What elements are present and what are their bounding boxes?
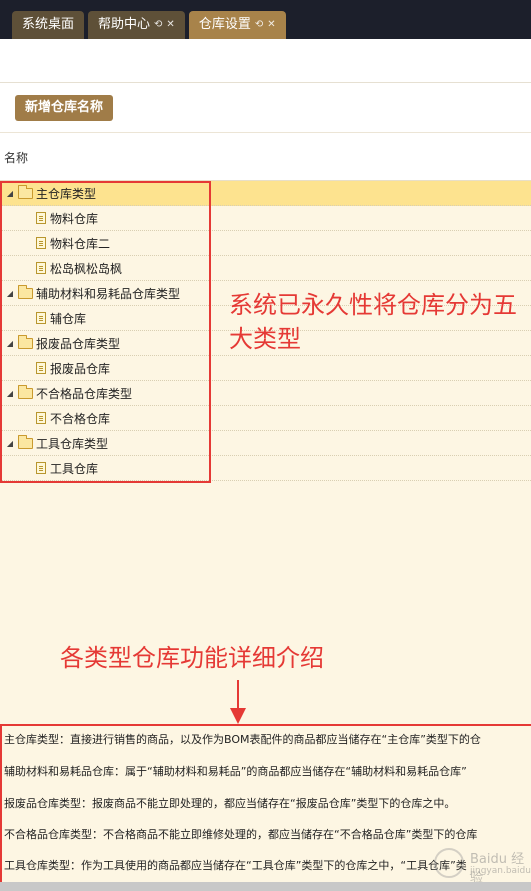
document-icon: [36, 312, 46, 324]
add-warehouse-button[interactable]: 新增仓库名称: [15, 95, 114, 121]
tab-help-center-label: 帮助中心: [98, 17, 151, 32]
tree-node-leaf[interactable]: 松岛枫松岛枫: [0, 256, 531, 281]
description-main-warehouse: 主仓库类型：直接进行销售的商品，以及作为BOM表配件的商品都应当储存在“主仓库”…: [4, 733, 481, 746]
tree-node-group[interactable]: ◢ 主仓库类型: [0, 181, 531, 206]
folder-open-icon: [18, 434, 33, 449]
tree-node-label: 物料仓库: [50, 211, 99, 226]
table-header: 名称: [0, 133, 531, 181]
tree-node-label: 松岛枫松岛枫: [50, 261, 123, 276]
folder-open-icon: [18, 384, 33, 399]
annotation-types-note: 系统已永久性将仓库分为五大类型: [229, 291, 517, 353]
tree-node-group[interactable]: ◢ 工具仓库类型: [0, 431, 531, 456]
document-icon: [36, 412, 46, 424]
tree-node-leaf[interactable]: 工具仓库: [0, 456, 531, 481]
tree-node-label: 辅助材料和易耗品仓库类型: [36, 286, 181, 301]
tab-warehouse-settings-label: 仓库设置: [198, 17, 251, 32]
column-header-name: 名称: [4, 151, 29, 165]
folder-open-icon: [18, 184, 33, 199]
expand-arrow-icon[interactable]: ◢: [4, 289, 16, 298]
folder-open-icon: [18, 334, 33, 349]
tree-node-label: 报废品仓库: [50, 361, 111, 376]
refresh-icon[interactable]: ⟲: [255, 11, 263, 39]
description-auxiliary-warehouse: 辅助材料和易耗品仓库：属于“辅助材料和易耗品”的商品都应当储存在“辅助材料和易耗…: [4, 765, 467, 778]
expand-arrow-icon[interactable]: ◢: [4, 339, 16, 348]
tree-node-leaf[interactable]: 报废品仓库: [0, 356, 531, 381]
description-scrap-warehouse: 报废品仓库类型：报废商品不能立即处理的，都应当储存在“报废品仓库”类型下的仓库之…: [4, 797, 456, 810]
folder-open-icon: [18, 284, 33, 299]
tree-node-label: 物料仓库二: [50, 236, 111, 251]
tree-node-label: 报废品仓库类型: [36, 336, 121, 351]
document-icon: [36, 362, 46, 374]
tree-node-group[interactable]: ◢ 不合格品仓库类型: [0, 381, 531, 406]
expand-arrow-icon[interactable]: ◢: [4, 439, 16, 448]
description-tool-warehouse: 工具仓库类型：作为工具使用的商品都应当储存在“工具仓库”类型下的仓库之中，“工具…: [4, 859, 467, 872]
document-icon: [36, 462, 46, 474]
tab-help-center[interactable]: 帮助中心 ⟲ ✕: [88, 11, 185, 39]
tab-bar: 系统桌面 帮助中心 ⟲ ✕ 仓库设置 ⟲ ✕: [0, 0, 531, 39]
tab-desktop[interactable]: 系统桌面: [12, 11, 85, 39]
tree-node-label: 辅仓库: [50, 311, 87, 326]
tree-node-leaf[interactable]: 物料仓库: [0, 206, 531, 231]
tree-node-label: 工具仓库类型: [36, 436, 109, 451]
top-band: [0, 39, 531, 83]
tree-node-leaf[interactable]: 物料仓库二: [0, 231, 531, 256]
bottom-scrollbar[interactable]: [0, 882, 531, 891]
description-unqualified-warehouse: 不合格品仓库类型：不合格商品不能立即维修处理的，都应当储存在“不合格品仓库”类型…: [4, 828, 478, 841]
tree-node-label: 主仓库类型: [36, 186, 97, 201]
refresh-icon[interactable]: ⟲: [154, 11, 162, 39]
document-icon: [36, 262, 46, 274]
document-icon: [36, 212, 46, 224]
document-icon: [36, 237, 46, 249]
tree-node-label: 工具仓库: [50, 461, 99, 476]
watermark-line2: jingyan.baidu.com: [470, 866, 531, 876]
annotation-arrow-icon: [230, 680, 246, 724]
close-icon[interactable]: ✕: [267, 11, 275, 39]
close-icon[interactable]: ✕: [166, 11, 174, 39]
annotation-detail-note: 各类型仓库功能详细介绍: [60, 644, 324, 672]
watermark: Baidu 经验 jingyan.baidu.com: [432, 838, 531, 888]
tree-node-leaf[interactable]: 不合格仓库: [0, 406, 531, 431]
tree-node-label: 不合格仓库: [50, 411, 111, 426]
tab-desktop-label: 系统桌面: [22, 17, 75, 32]
expand-arrow-icon[interactable]: ◢: [4, 389, 16, 398]
tab-warehouse-settings[interactable]: 仓库设置 ⟲ ✕: [188, 11, 286, 39]
tree-node-label: 不合格品仓库类型: [36, 386, 133, 401]
action-bar: 新增仓库名称: [0, 83, 531, 133]
expand-arrow-icon[interactable]: ◢: [4, 189, 16, 198]
baidu-paw-icon: [434, 848, 464, 878]
